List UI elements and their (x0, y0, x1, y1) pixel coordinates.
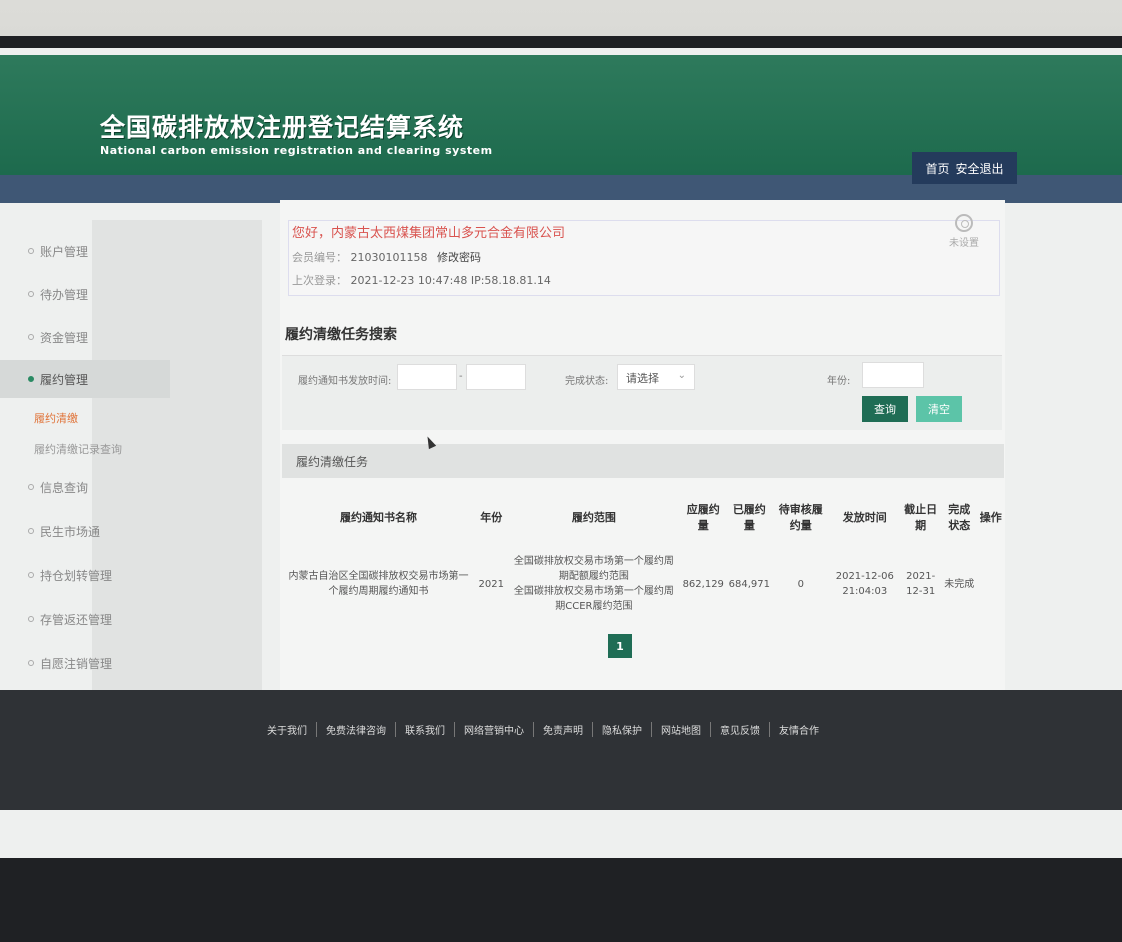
col-year: 年份 (480, 511, 503, 524)
col-name: 履约通知书名称 (340, 511, 417, 524)
cell-scope: 全国碳排放权交易市场第一个履约周期配额履约范围 全国碳排放权交易市场第一个履约周期… (508, 544, 681, 624)
clear-button[interactable]: 清空 (916, 396, 962, 422)
sidebar-item-label: 账户管理 (40, 244, 89, 259)
cell-done: 684,971 (728, 578, 770, 590)
col-status: 完成状态 (948, 503, 971, 532)
settings-button[interactable]: 未设置 (944, 214, 984, 249)
col-op: 操作 (979, 511, 1002, 524)
sidebar-item-custody[interactable]: 存管返还管理 (0, 600, 170, 638)
sidebar-item-label: 信息查询 (40, 480, 89, 495)
status-select[interactable]: 请选择 ⌄ (617, 364, 695, 390)
sidebar-item-label: 自愿注销管理 (40, 656, 113, 671)
col-done: 已履约量 (732, 503, 766, 532)
last-login-label: 上次登录： (292, 274, 347, 287)
col-due: 应履约量 (686, 503, 720, 532)
tasks-table: 履约通知书名称 年份 履约范围 应履约量 已履约量 待审核履约量 发放时间 截止… (282, 490, 1004, 624)
sidebar-item-market[interactable]: 民生市场通 (0, 512, 170, 550)
settings-label: 未设置 (949, 238, 979, 249)
ip-value: 58.18.81.14 (484, 274, 551, 287)
ip-label: IP: (470, 274, 485, 287)
footer-link-partners[interactable]: 友情合作 (770, 722, 828, 737)
query-button[interactable]: 查询 (862, 396, 908, 422)
member-id: 21030101158 (350, 251, 428, 264)
bullet-icon (28, 248, 34, 254)
sidebar-item-label: 民生市场通 (40, 524, 101, 539)
sidebar-item-voluntary[interactable]: 自愿注销管理 (0, 644, 170, 682)
footer-link-about[interactable]: 关于我们 (258, 722, 317, 737)
table-header-row: 履约通知书名称 年份 履约范围 应履约量 已履约量 待审核履约量 发放时间 截止… (282, 490, 1004, 544)
member-label: 会员编号： (292, 251, 347, 264)
footer-link-sitemap[interactable]: 网站地图 (652, 722, 711, 737)
sidebar-sub-clearing-records[interactable]: 履约清缴记录查询 (34, 441, 122, 457)
status-label: 完成状态: (565, 376, 609, 387)
sidebar-item-todo[interactable]: 待办管理 (0, 275, 170, 313)
change-password-link[interactable]: 修改密码 (437, 251, 481, 264)
footer-link-marketing[interactable]: 网络营销中心 (455, 722, 534, 737)
member-line: 会员编号： 21030101158 修改密码 (292, 249, 481, 265)
col-pending: 待审核履约量 (778, 503, 823, 532)
date-dash: - (459, 371, 463, 382)
col-issued: 发放时间 (842, 511, 887, 524)
tasks-header: 履约清缴任务 (282, 444, 1004, 478)
cell-issued: 2021-12-06 21:04:03 (835, 571, 894, 597)
footer-link-privacy[interactable]: 隐私保护 (593, 722, 652, 737)
col-deadline: 截止日期 (904, 503, 938, 532)
date-start-input[interactable] (397, 364, 457, 390)
date-label: 履约通知书发放时间: (298, 376, 392, 387)
year-label: 年份: (827, 376, 851, 387)
sidebar-item-label: 资金管理 (40, 330, 89, 345)
bullet-icon (28, 616, 34, 622)
chevron-down-icon: ⌄ (677, 370, 686, 381)
sidebar-item-funds[interactable]: 资金管理 (0, 318, 170, 356)
last-login-line: 上次登录： 2021-12-23 10:47:48 IP:58.18.81.14 (292, 272, 551, 288)
date-end-input[interactable] (466, 364, 526, 390)
bullet-icon (28, 484, 34, 490)
sidebar-item-transfer[interactable]: 持仓划转管理 (0, 556, 170, 594)
status-select-value: 请选择 (626, 372, 659, 385)
scope-line-2: 全国碳排放权交易市场第一个履约周期CCER履约范围 (513, 586, 674, 612)
sidebar-sub-compliance-clearing[interactable]: 履约清缴 (34, 410, 78, 426)
brand-title: 全国碳排放权注册登记结算系统 (100, 113, 465, 142)
home-link[interactable]: 首页 (925, 160, 949, 177)
footer-link-contact[interactable]: 联系我们 (396, 722, 455, 737)
bullet-icon (28, 528, 34, 534)
brand-subtitle: National carbon emission registration an… (100, 144, 493, 157)
bullet-icon (28, 572, 34, 578)
cell-name: 内蒙古自治区全国碳排放权交易市场第一个履约周期履约通知书 (288, 571, 469, 597)
greeting: 您好，内蒙古太西煤集团常山多元合金有限公司 (292, 226, 566, 241)
footer-links: 关于我们 免费法律咨询 联系我们 网络营销中心 免责声明 隐私保护 网站地图 意… (258, 722, 828, 737)
brand-logo: 全国碳排放权注册登记结算系统 National carbon emission … (100, 108, 493, 157)
bullet-icon (28, 660, 34, 666)
cell-year: 2021 (478, 578, 504, 590)
site-footer (0, 690, 1122, 810)
sidebar-item-compliance[interactable]: 履约管理 (0, 360, 170, 398)
gear-icon (955, 214, 973, 232)
search-title: 履约清缴任务搜索 (285, 327, 397, 343)
logout-link[interactable]: 安全退出 (956, 160, 1004, 177)
cell-pending: 0 (797, 578, 804, 590)
bullet-icon (28, 291, 34, 297)
sidebar-item-label: 存管返还管理 (40, 612, 113, 627)
footer-link-feedback[interactable]: 意见反馈 (711, 722, 770, 737)
year-input[interactable] (862, 362, 924, 388)
cell-status: 未完成 (944, 578, 975, 590)
cell-deadline: 2021-12-31 (906, 571, 936, 597)
bullet-icon (28, 376, 34, 382)
sidebar-item-label: 持仓划转管理 (40, 568, 113, 583)
footer-link-legal[interactable]: 免费法律咨询 (317, 722, 396, 737)
sidebar-item-label: 履约管理 (40, 372, 89, 387)
sidebar-item-account[interactable]: 账户管理 (0, 232, 170, 270)
col-scope: 履约范围 (571, 511, 616, 524)
sidebar-item-label: 待办管理 (40, 287, 89, 302)
table-row: 内蒙古自治区全国碳排放权交易市场第一个履约周期履约通知书 2021 全国碳排放权… (282, 544, 1004, 624)
bullet-icon (28, 334, 34, 340)
top-nav: 首页 安全退出 (912, 152, 1017, 184)
cell-due: 862,129 (682, 578, 724, 590)
cell-op[interactable] (978, 544, 1004, 624)
sidebar-item-info[interactable]: 信息查询 (0, 468, 170, 506)
footer-link-disclaimer[interactable]: 免责声明 (534, 722, 593, 737)
last-login-time: 2021-12-23 10:47:48 (350, 274, 468, 287)
scope-line-1: 全国碳排放权交易市场第一个履约周期配额履约范围 (513, 556, 674, 582)
page-button-1[interactable]: 1 (608, 634, 632, 658)
